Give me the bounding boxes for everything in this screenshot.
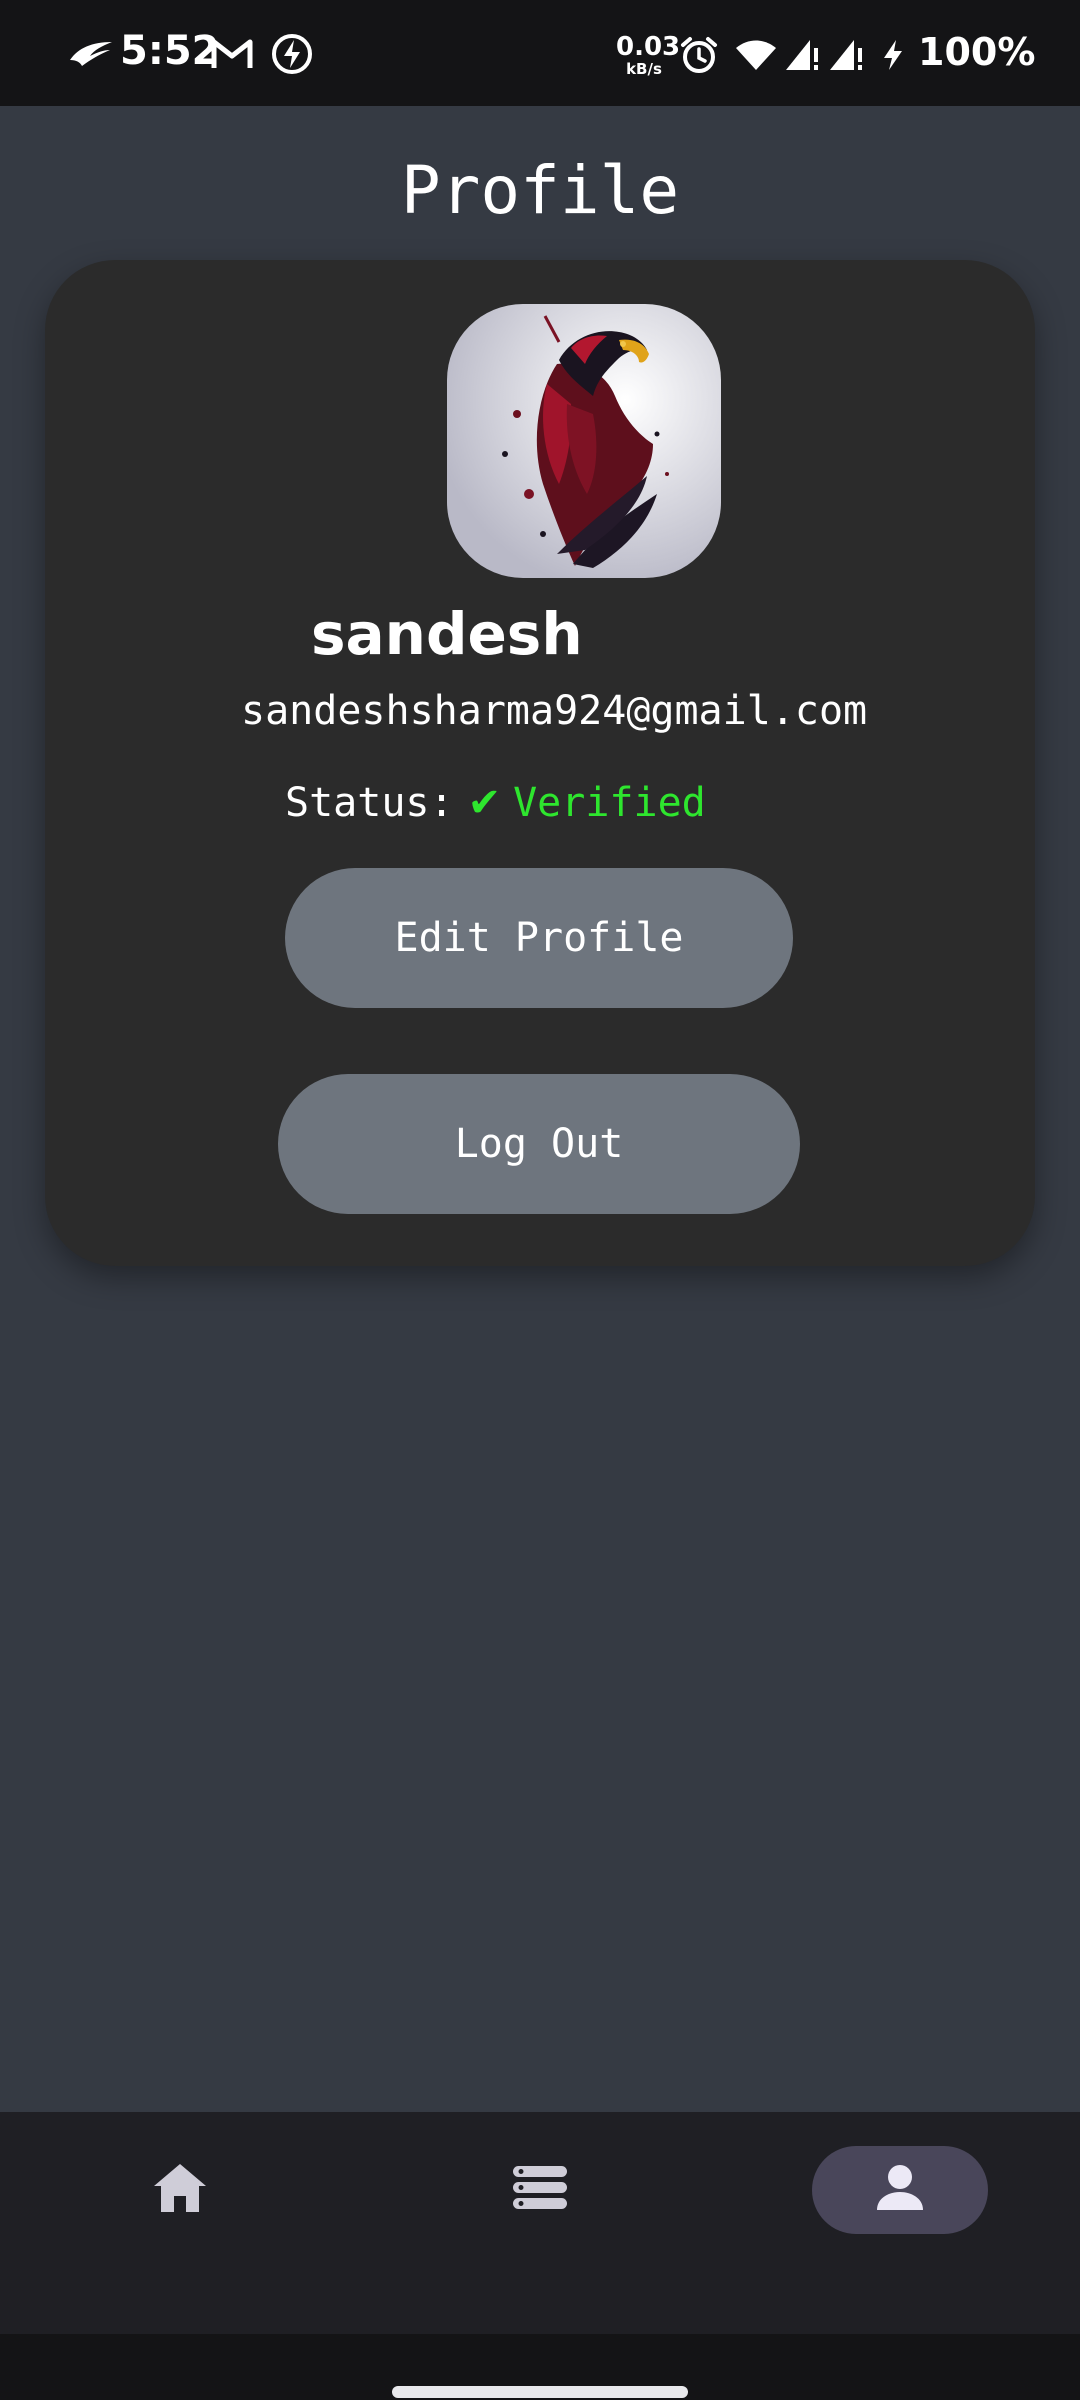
edit-profile-button[interactable]: Edit Profile	[285, 868, 793, 1008]
rog-logo-icon	[68, 38, 114, 72]
log-out-label: Log Out	[454, 1121, 624, 1167]
page-title: Profile	[400, 152, 680, 229]
home-icon	[152, 2162, 208, 2218]
nav-item-profile[interactable]	[812, 2146, 988, 2234]
email: sandeshsharma924@gmail.com	[241, 688, 868, 734]
status-value: Verified	[513, 780, 706, 826]
signal-icon	[828, 36, 864, 76]
network-speed-value: 0.03	[616, 32, 681, 62]
alarm-icon	[680, 36, 718, 78]
status-label: Status:	[285, 780, 454, 826]
list-icon	[511, 2164, 569, 2216]
edit-profile-label: Edit Profile	[394, 915, 684, 961]
log-out-button[interactable]: Log Out	[278, 1074, 800, 1214]
status-time: 5:52	[120, 28, 220, 74]
username: sandesh	[311, 600, 583, 668]
verification-status: Status: ✔ Verified	[285, 780, 706, 826]
network-speed-unit: kB/s	[626, 60, 662, 78]
profile-card: sandesh sandeshsharma924@gmail.com Statu…	[45, 260, 1035, 1266]
charging-icon	[880, 38, 906, 76]
check-icon: ✔	[467, 780, 502, 826]
network-speed: 0.03 kB/s	[616, 32, 681, 78]
nav-item-list[interactable]	[490, 2146, 590, 2234]
status-bar: 5:52 0.03 kB/s 100%	[0, 0, 1080, 106]
battery-level: 100%	[918, 30, 1036, 74]
bottom-navigation	[0, 2112, 1080, 2334]
wifi-icon	[734, 38, 778, 76]
person-icon	[875, 2164, 925, 2216]
avatar[interactable]	[447, 304, 721, 578]
gmail-icon	[210, 36, 254, 74]
eagle-avatar	[447, 304, 721, 578]
signal-icon	[784, 36, 820, 76]
home-gesture-bar[interactable]	[392, 2386, 688, 2398]
power-icon	[270, 32, 314, 80]
nav-item-home[interactable]	[130, 2146, 230, 2234]
